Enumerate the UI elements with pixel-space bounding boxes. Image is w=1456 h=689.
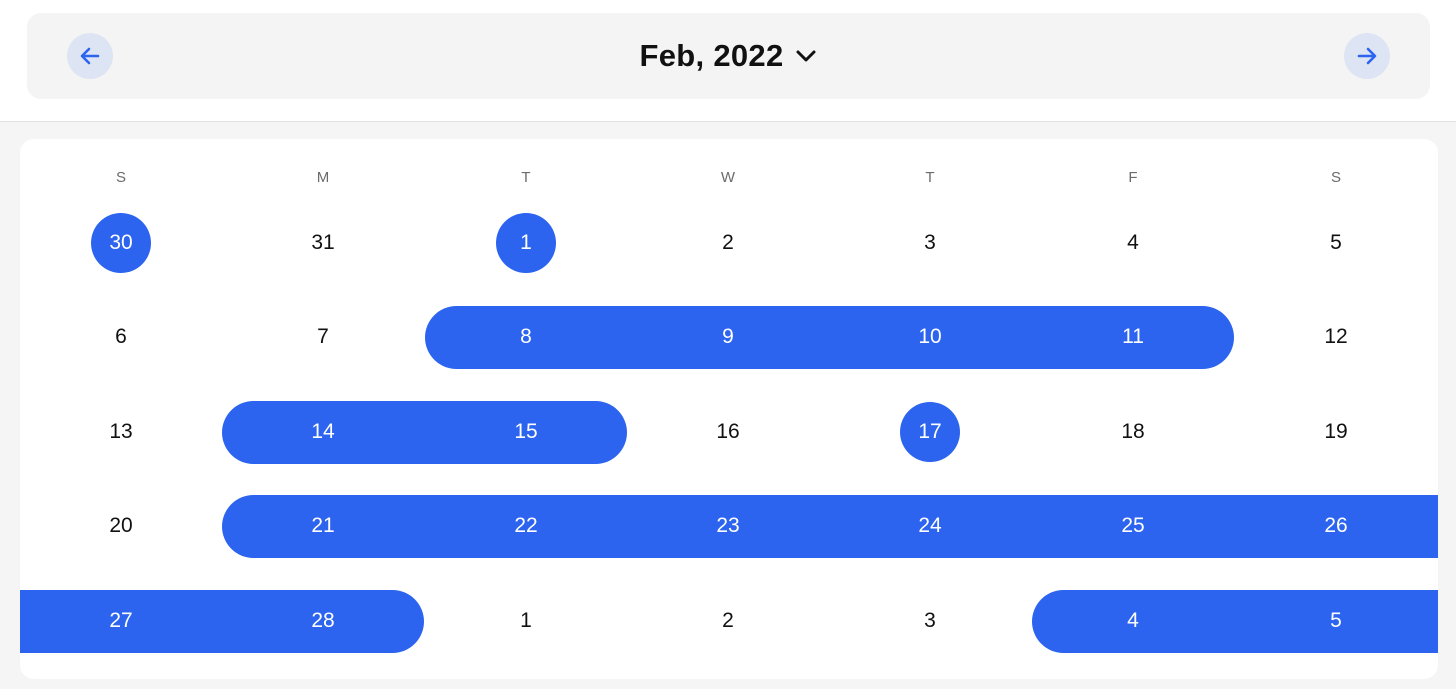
day-cell[interactable]: 1 bbox=[481, 601, 571, 641]
weekday-label: S bbox=[115, 169, 126, 186]
arrow-right-icon bbox=[1357, 47, 1377, 65]
next-month-button[interactable] bbox=[1344, 33, 1390, 79]
day-cell[interactable]: 19 bbox=[1291, 412, 1381, 452]
day-cell[interactable]: 26 bbox=[1291, 506, 1381, 546]
day-cell[interactable]: 17 bbox=[885, 412, 975, 452]
day-cell[interactable]: 15 bbox=[481, 412, 571, 452]
day-cell[interactable]: 25 bbox=[1088, 506, 1178, 546]
day-cell[interactable]: 12 bbox=[1291, 317, 1381, 357]
day-cell[interactable]: 31 bbox=[278, 223, 368, 263]
day-cell[interactable]: 7 bbox=[278, 317, 368, 357]
day-cell[interactable]: 22 bbox=[481, 506, 571, 546]
day-cell[interactable]: 3 bbox=[885, 223, 975, 263]
day-cell[interactable]: 6 bbox=[76, 317, 166, 357]
weekday-label: M bbox=[316, 169, 330, 186]
day-cell[interactable]: 14 bbox=[278, 412, 368, 452]
calendar-header-area: Feb, 2022 bbox=[0, 0, 1456, 122]
month-selector[interactable]: Feb, 2022 bbox=[27, 13, 1430, 99]
weekday-label: F bbox=[1128, 169, 1138, 186]
day-cell[interactable]: 4 bbox=[1088, 223, 1178, 263]
day-cell[interactable]: 2 bbox=[683, 223, 773, 263]
day-cell[interactable]: 8 bbox=[481, 317, 571, 357]
weekday-label: T bbox=[925, 169, 935, 186]
day-cell[interactable]: 5 bbox=[1291, 601, 1381, 641]
day-cell[interactable]: 13 bbox=[76, 412, 166, 452]
day-cell[interactable]: 21 bbox=[278, 506, 368, 546]
weekday-label: W bbox=[720, 169, 736, 186]
day-cell[interactable]: 5 bbox=[1291, 223, 1381, 263]
day-cell[interactable]: 1 bbox=[481, 223, 571, 263]
calendar-grid: SMTWTFS 30 31 1 2 3 4 5 6 7 8 9 10 11 12 13 14 15 16 17 18 1… bbox=[20, 139, 1438, 679]
day-cell[interactable]: 28 bbox=[278, 601, 368, 641]
month-navigation-bar: Feb, 2022 bbox=[27, 13, 1430, 99]
day-cell[interactable]: 27 bbox=[76, 601, 166, 641]
weekday-label: S bbox=[1330, 169, 1341, 186]
day-cell[interactable]: 9 bbox=[683, 317, 773, 357]
month-label: Feb, 2022 bbox=[639, 38, 784, 73]
day-cell[interactable]: 2 bbox=[683, 601, 773, 641]
day-cell[interactable]: 23 bbox=[683, 506, 773, 546]
day-cell[interactable]: 18 bbox=[1088, 412, 1178, 452]
day-cell[interactable]: 4 bbox=[1088, 601, 1178, 641]
day-cell[interactable]: 3 bbox=[885, 601, 975, 641]
day-cell[interactable]: 16 bbox=[683, 412, 773, 452]
day-cell[interactable]: 20 bbox=[76, 506, 166, 546]
day-cell[interactable]: 24 bbox=[885, 506, 975, 546]
chevron-down-icon bbox=[796, 50, 815, 62]
weekday-label: T bbox=[521, 169, 531, 186]
day-cell[interactable]: 10 bbox=[885, 317, 975, 357]
day-cell[interactable]: 11 bbox=[1088, 317, 1178, 357]
day-cell[interactable]: 30 bbox=[76, 223, 166, 263]
selected-range-highlight bbox=[221, 494, 1438, 558]
